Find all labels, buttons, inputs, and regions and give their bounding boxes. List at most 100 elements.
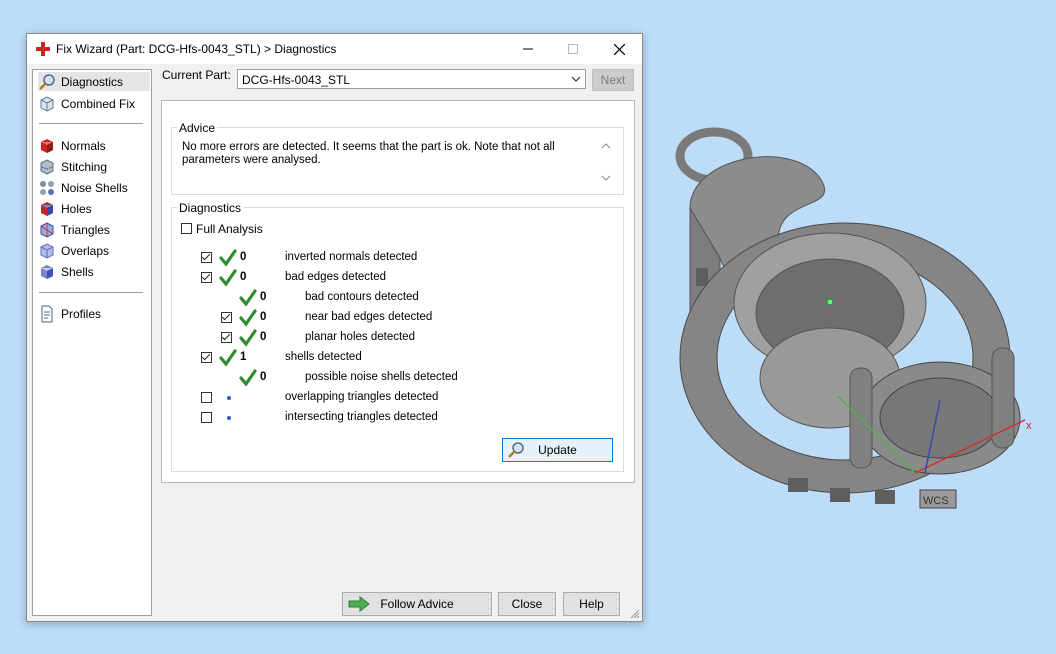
next-button[interactable]: Next [592,69,634,91]
normals-cube-icon [41,138,53,153]
green-check-icon [239,369,257,387]
diag-row-count: 0 [240,251,247,263]
sidebar-item-label: Triangles [61,222,110,237]
close-button[interactable]: Close [498,592,556,616]
diag-row-checkbox[interactable] [201,272,212,283]
sidebar-item-label: Holes [61,201,92,216]
minimize-icon [523,48,533,50]
green-check-icon [219,249,237,267]
resize-grip-icon[interactable] [630,609,640,619]
close-icon [613,43,625,55]
wcs-label: WCS [923,495,949,507]
diag-row-checkbox[interactable] [201,252,212,263]
sidebar-item-shells[interactable]: Shells [38,262,150,281]
diag-row-checkbox[interactable] [201,392,212,403]
green-arrow-icon [348,596,370,612]
sidebar-item-overlaps[interactable]: Overlaps [38,241,150,260]
current-part-select[interactable]: DCG-Hfs-0043_STL [237,69,586,89]
green-check-icon [219,349,237,367]
maximize-icon [568,44,578,54]
stitching-cube-icon [40,158,54,175]
magnifier-icon [508,442,524,458]
current-part-label: Current Part: [162,68,231,82]
update-label: Update [538,443,577,457]
window-title: Fix Wizard (Part: DCG-Hfs-0043_STL) > Di… [56,42,337,56]
overlaps-cube-icon [40,242,54,259]
diag-row-checkbox[interactable] [201,352,212,363]
green-check-icon [219,269,237,287]
axis-x-label: x [1026,420,1032,432]
diag-row-count: 1 [240,351,247,363]
blue-dot-icon [227,396,231,400]
diagnostics-title: Diagnostics [177,201,244,215]
sidebar-item-normals[interactable]: Normals [38,136,150,155]
sidebar-item-stitching[interactable]: Stitching [38,157,150,176]
diag-row-count: 0 [260,291,267,303]
noise-shells-icon [40,180,54,195]
diag-row-label: near bad edges detected [305,311,433,323]
follow-advice-button[interactable]: Follow Advice [342,592,492,616]
sidebar-item-noise-shells[interactable]: Noise Shells [38,178,150,197]
diag-row-label: bad contours detected [305,291,419,303]
magnifier-icon [39,73,55,90]
sidebar-item-label: Combined Fix [61,96,136,111]
sidebar-item-label: Profiles [61,306,102,321]
diag-row-label: planar holes detected [305,331,415,343]
sidebar-item-label: Noise Shells [61,180,128,195]
diag-row-checkbox[interactable] [201,412,212,423]
title-bar[interactable]: Fix Wizard (Part: DCG-Hfs-0043_STL) > Di… [27,34,642,64]
triangles-cube-icon [40,221,54,238]
sidebar-item-profiles[interactable]: Profiles [38,304,150,323]
fix-sidebar: Diagnostics Combined Fix Normals Stitchi… [32,69,152,616]
advice-text: No more errors are detected. It seems th… [182,141,555,166]
advice-title: Advice [177,121,218,135]
pendant-model [675,127,1021,504]
green-check-icon [239,329,257,347]
blue-dot-icon [227,416,231,420]
shells-cube-icon [41,264,53,279]
help-button[interactable]: Help [563,592,620,616]
current-part-value: DCG-Hfs-0043_STL [242,73,351,87]
sidebar-item-diagnostics[interactable]: Diagnostics [38,72,150,91]
fix-wizard-window: Fix Wizard (Part: DCG-Hfs-0043_STL) > Di… [26,33,643,622]
full-analysis-label: Full Analysis [196,222,263,236]
sidebar-divider [39,292,143,293]
sidebar-item-holes[interactable]: Holes [38,199,150,218]
diag-row-checkbox[interactable] [221,312,232,323]
sidebar-item-label: Overlaps [61,243,110,258]
diag-row-checkbox[interactable] [221,332,232,343]
diag-row-label: possible noise shells detected [305,371,458,383]
diag-row-label: bad edges detected [285,271,387,283]
sidebar-divider [39,123,143,124]
diag-row-label: shells detected [285,351,362,363]
close-window-button[interactable] [596,34,642,64]
maximize-button[interactable] [550,34,596,64]
sidebar-item-label: Diagnostics [61,74,124,89]
full-analysis-checkbox[interactable] [181,223,192,234]
combined-fix-icon [40,95,54,112]
3d-model-viewport[interactable]: x WCS [670,118,1042,538]
sidebar-item-combined-fix[interactable]: Combined Fix [38,94,150,113]
sidebar-item-label: Normals [61,138,106,153]
update-button[interactable]: Update [502,438,613,462]
sidebar-item-label: Stitching [61,159,108,174]
scroll-down-icon[interactable] [601,174,611,182]
diag-row-count: 0 [260,331,267,343]
document-icon [41,305,53,322]
holes-cube-icon [41,201,53,216]
minimize-button[interactable] [505,34,551,64]
follow-advice-label: Follow Advice [380,597,454,611]
diag-row-count: 0 [260,311,267,323]
green-check-icon [239,289,257,307]
green-check-icon [239,309,257,327]
diag-row-count: 0 [240,271,247,283]
diag-row-label: overlapping triangles detected [285,391,439,403]
chevron-down-icon [571,76,581,82]
red-cross-icon [36,42,50,56]
sidebar-item-triangles[interactable]: Triangles [38,220,150,239]
diag-row-label: intersecting triangles detected [285,411,438,423]
diag-row-count: 0 [260,371,267,383]
scroll-up-icon[interactable] [601,142,611,150]
diag-row-label: inverted normals detected [285,251,418,263]
sidebar-item-label: Shells [61,264,94,279]
